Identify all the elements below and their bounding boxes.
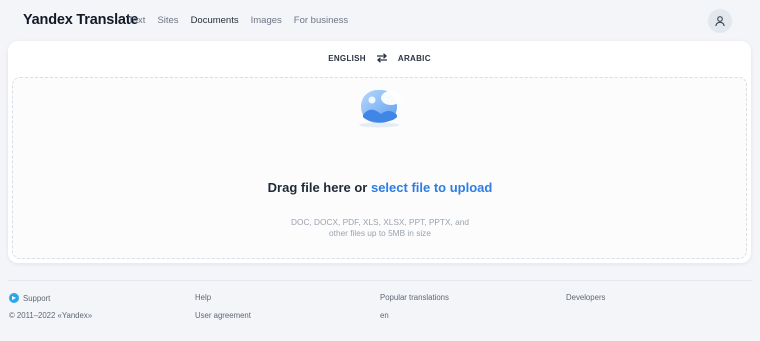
logo[interactable]: Yandex Translate <box>23 12 138 28</box>
main-nav: Text Sites Documents Images For business <box>128 15 360 26</box>
developers-link[interactable]: Developers <box>566 293 605 302</box>
language-bar: ENGLISH ARABIC <box>8 41 751 75</box>
nav-for-business[interactable]: For business <box>294 15 348 26</box>
swap-arrows-icon <box>376 53 387 63</box>
select-file-link[interactable]: select file to upload <box>371 180 492 195</box>
help-link[interactable]: Help <box>195 293 211 302</box>
supported-formats: DOC, DOCX, PDF, XLS, XLSX, PPT, PPTX, an… <box>270 217 490 239</box>
user-icon <box>715 16 725 27</box>
user-agreement-link[interactable]: User agreement <box>195 311 251 320</box>
source-language-button[interactable]: ENGLISH <box>328 54 366 63</box>
target-language-button[interactable]: ARABIC <box>398 54 431 63</box>
copyright: © 2011–2022 «Yandex» <box>9 311 93 320</box>
nav-text[interactable]: Text <box>128 15 145 26</box>
drag-text: Drag file here or <box>267 180 371 195</box>
formats-line: other files up to 5MB in size <box>329 228 431 238</box>
interface-language-switch[interactable]: en <box>380 311 389 320</box>
support-chat-icon <box>9 293 19 303</box>
footer-divider <box>8 280 752 281</box>
swap-languages-button[interactable] <box>375 52 389 64</box>
image-upload-icon <box>351 87 407 129</box>
nav-sites[interactable]: Sites <box>157 15 178 26</box>
support-label: Support <box>23 293 51 303</box>
nav-images[interactable]: Images <box>251 15 282 26</box>
header: Yandex Translate Text Sites Documents Im… <box>0 0 760 42</box>
support-link[interactable]: Support <box>9 293 50 303</box>
popular-translations-link[interactable]: Popular translations <box>380 293 449 302</box>
user-avatar-button[interactable] <box>708 9 732 33</box>
formats-line: DOC, DOCX, PDF, XLS, XLSX, PPT, PPTX, an… <box>291 217 469 227</box>
drag-instructions: Drag file here or select file to upload <box>250 180 510 196</box>
nav-documents[interactable]: Documents <box>191 15 239 26</box>
